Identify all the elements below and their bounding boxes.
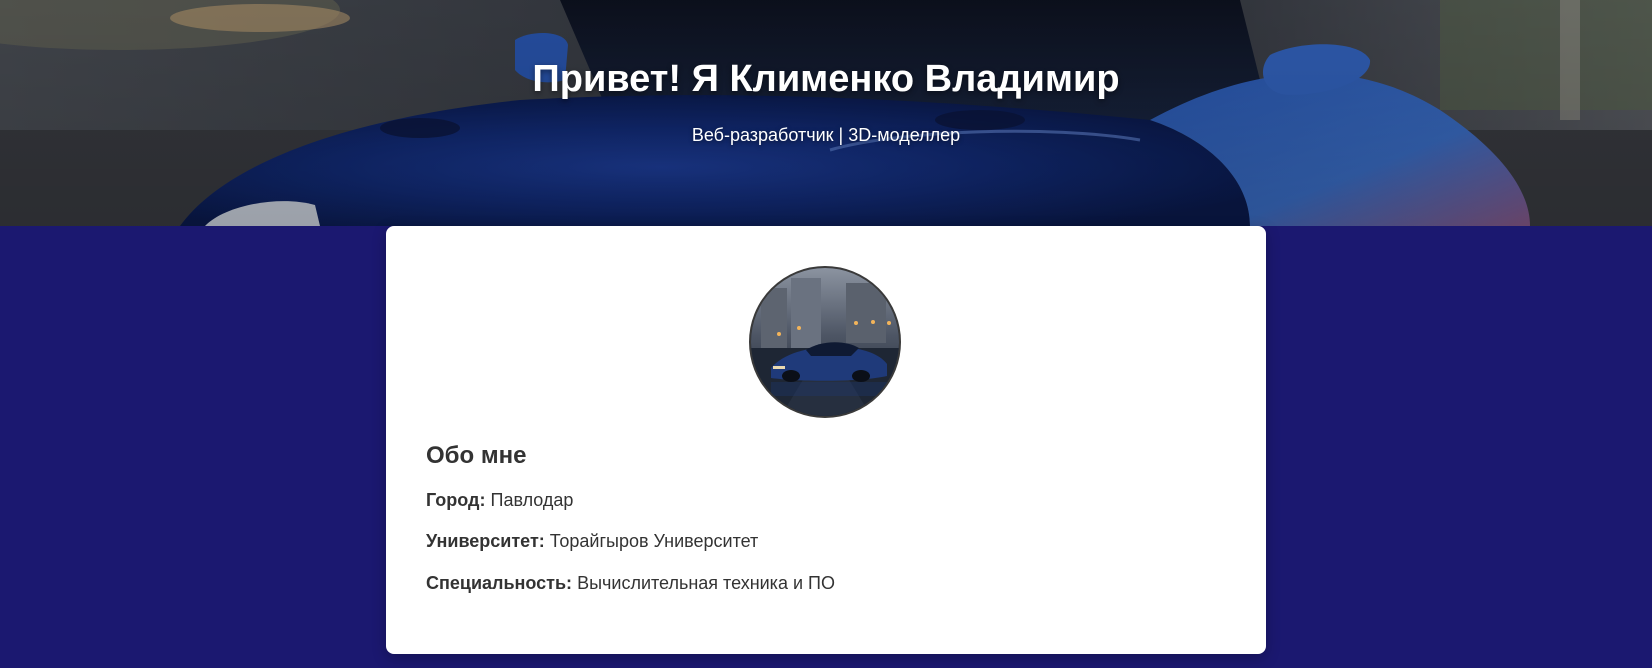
hero-subtitle: Веб-разработчик | 3D-моделлер bbox=[691, 125, 961, 145]
university-value: Торайгыров Университет bbox=[549, 531, 759, 551]
specialty-value: Вычислительная техника и ПО bbox=[577, 573, 835, 593]
city-label: Город: bbox=[426, 490, 486, 510]
university-label: Университет: bbox=[426, 531, 545, 551]
hero-background-image bbox=[0, 0, 1652, 226]
hero-title: Привет! Я Клименко Владимир bbox=[532, 58, 1120, 100]
hero-banner: Привет! Я Клименко Владимир Веб-разработ… bbox=[0, 0, 1652, 226]
profile-card: Обо мне Город: Павлодар Университет: Тор… bbox=[386, 226, 1266, 654]
avatar bbox=[749, 266, 901, 418]
university-row: Университет: Торайгыров Университет bbox=[426, 531, 758, 552]
specialty-label: Специальность: bbox=[426, 573, 573, 593]
specialty-row: Специальность: Вычислительная техника и … bbox=[426, 573, 835, 594]
city-row: Город: Павлодар bbox=[426, 490, 573, 511]
about-section-title: Обо мне bbox=[426, 442, 527, 469]
city-value: Павлодар bbox=[490, 490, 574, 510]
avatar-image bbox=[751, 268, 899, 416]
